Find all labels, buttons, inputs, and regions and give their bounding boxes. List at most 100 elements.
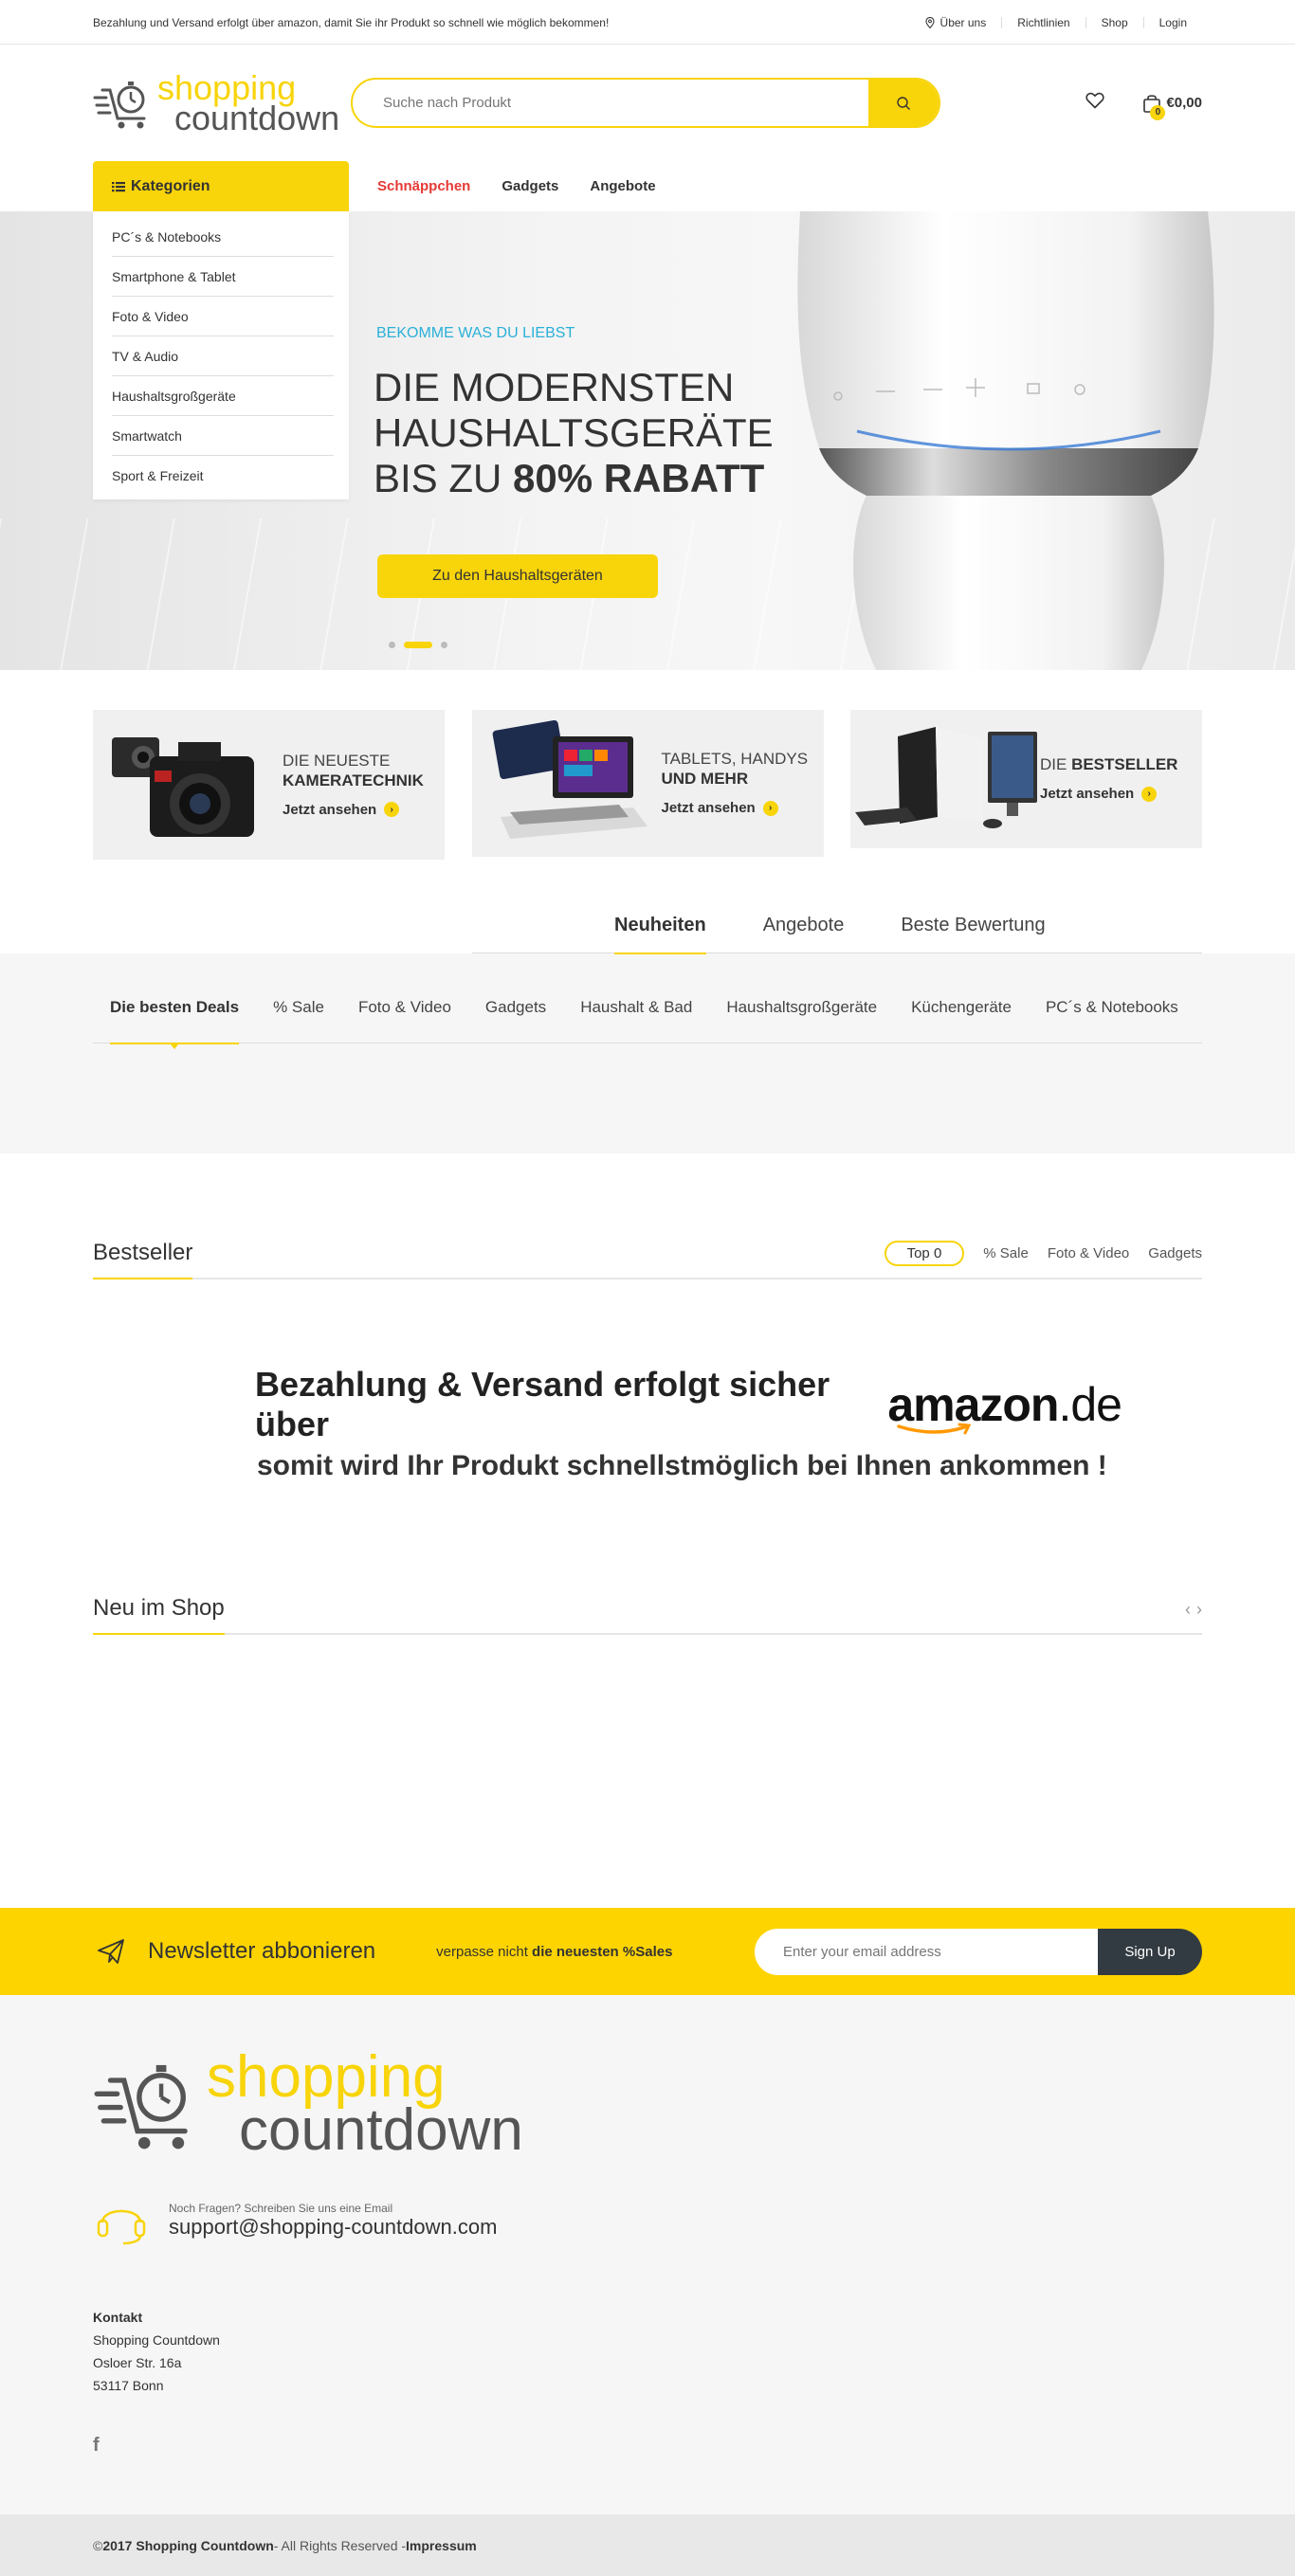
amazon-banner: Bezahlung & Versand erfolgt sicher über …: [173, 1365, 1122, 1481]
chevron-right-icon: ›: [1141, 786, 1158, 802]
desktop-pc-product-icon: [855, 727, 1037, 828]
cart-clock-logo-icon: [94, 2064, 188, 2150]
facebook-icon[interactable]: f: [93, 2435, 100, 2457]
deal-tab-sale[interactable]: % Sale: [273, 997, 324, 1043]
chevron-left-icon[interactable]: ‹: [1185, 1600, 1191, 1620]
kontakt-line-city: 53117 Bonn: [93, 2378, 164, 2393]
deal-tab-beste-deals[interactable]: Die besten Deals: [110, 997, 240, 1049]
promo-bestseller-line2: BESTSELLER: [1071, 755, 1178, 773]
link-ueber-uns[interactable]: Über uns: [910, 15, 1002, 29]
bestseller-tab-gadgets[interactable]: Gadgets: [1148, 1245, 1202, 1261]
kontakt-line-street: Osloer Str. 16a: [93, 2355, 182, 2370]
promo-bestseller-line1: DIE: [1040, 755, 1072, 773]
slider-dot-1[interactable]: [389, 642, 395, 648]
top-links: Über uns Richtlinien Shop Login: [910, 15, 1202, 29]
slider-dot-3[interactable]: [441, 642, 447, 648]
product-tabs: Neuheiten Angebote Beste Bewertung: [0, 911, 1295, 954]
footer-logo[interactable]: shopping countdown: [93, 2048, 1202, 2160]
menu-gadgets[interactable]: Gadgets: [502, 178, 558, 194]
amazon-logo: amazon.de: [887, 1378, 1122, 1435]
shipping-notice: Bezahlung und Versand erfolgt über amazo…: [93, 15, 610, 29]
bestseller-tab-top[interactable]: Top 0: [884, 1241, 965, 1266]
categories-toggle[interactable]: Kategorien: [93, 161, 349, 211]
menu-links: Schnäppchen Gadgets Angebote: [377, 161, 687, 211]
impressum-link[interactable]: Impressum: [406, 2538, 477, 2553]
camera-image: [93, 718, 283, 851]
category-item-haushalt[interactable]: Haushaltsgroßgeräte: [112, 376, 334, 416]
category-item-pcs[interactable]: PC´s & Notebooks: [112, 217, 334, 257]
menu-schnaeppchen[interactable]: Schnäppchen: [377, 178, 470, 194]
logo-text-countdown: countdown: [174, 98, 340, 137]
copyright-bar: © 2017 Shopping Countdown - All Rights R…: [0, 2514, 1295, 2576]
category-item-smartphone[interactable]: Smartphone & Tablet: [112, 257, 334, 297]
top-bar: Bezahlung und Versand erfolgt über amazo…: [0, 0, 1295, 45]
newsletter-form: Sign Up: [755, 1928, 1202, 1975]
main-nav: Kategorien Schnäppchen Gadgets Angebote: [0, 161, 1295, 211]
promo-tablets[interactable]: TABLETS, HANDYS UND MEHR Jetzt ansehen ›: [471, 710, 824, 857]
promo-boxes: DIE NEUESTE KAMERATECHNIK Jetzt ansehen ›…: [0, 710, 1295, 860]
promo-bestseller[interactable]: DIE BESTSELLER Jetzt ansehen ›: [850, 710, 1202, 848]
footer-email-link[interactable]: support@shopping-countdown.com: [169, 2215, 497, 2239]
copyright-middle: - All Rights Reserved -: [273, 2537, 407, 2553]
bestseller-tabs: Top 0 % Sale Foto & Video Gadgets: [866, 1241, 1202, 1278]
menu-angebote[interactable]: Angebote: [590, 178, 655, 194]
tab-neuheiten[interactable]: Neuheiten: [614, 911, 706, 954]
link-richtlinien[interactable]: Richtlinien: [1001, 16, 1085, 28]
hero-cta-button[interactable]: Zu den Haushaltsgeräten: [377, 554, 658, 598]
category-item-sport[interactable]: Sport & Freizeit: [112, 456, 334, 496]
link-shop[interactable]: Shop: [1085, 16, 1143, 28]
promo-camera-link[interactable]: Jetzt ansehen: [283, 800, 376, 820]
search-input[interactable]: [353, 80, 868, 126]
slider-dot-2[interactable]: [404, 642, 432, 648]
kontakt-title: Kontakt: [93, 2310, 143, 2325]
newsletter-email-input[interactable]: [755, 1928, 1098, 1975]
deal-tab-kuechengeraete[interactable]: Küchengeräte: [911, 997, 1012, 1043]
amazon-banner-line1: Bezahlung & Versand erfolgt sicher über: [255, 1365, 830, 1443]
promo-camera[interactable]: DIE NEUESTE KAMERATECHNIK Jetzt ansehen ›: [93, 710, 445, 860]
category-item-foto[interactable]: Foto & Video: [112, 297, 334, 336]
new-in-shop-section: Neu im Shop ‹ ›: [0, 1590, 1295, 1635]
appliance-product-image: [797, 211, 1214, 670]
wishlist-button[interactable]: [1085, 92, 1105, 114]
hero-title-discount: 80% RABATT: [513, 456, 765, 500]
tab-beste-bewertung[interactable]: Beste Bewertung: [901, 911, 1045, 953]
search-button[interactable]: [868, 80, 939, 126]
deal-tab-foto-video[interactable]: Foto & Video: [358, 997, 451, 1043]
deal-tab-haushalt-bad[interactable]: Haushalt & Bad: [580, 997, 692, 1043]
category-item-smartwatch[interactable]: Smartwatch: [112, 416, 334, 456]
camera-product-icon: [112, 737, 254, 837]
amazon-logo-suffix: .de: [1058, 1378, 1122, 1431]
bestseller-tab-foto[interactable]: Foto & Video: [1048, 1245, 1129, 1261]
chevron-right-icon: ›: [384, 802, 400, 817]
footer-logo-text-countdown: countdown: [239, 2097, 523, 2163]
promo-bestseller-link[interactable]: Jetzt ansehen: [1040, 784, 1134, 804]
copyright-brand: 2017 Shopping Countdown: [102, 2537, 274, 2553]
promo-tablets-line2: UND MEHR: [661, 770, 749, 788]
deal-tab-haushaltsgrossgeraete[interactable]: Haushaltsgroßgeräte: [726, 997, 877, 1043]
promo-tablets-link[interactable]: Jetzt ansehen: [662, 798, 756, 818]
deals-section: Die besten Deals % Sale Foto & Video Gad…: [0, 953, 1295, 1153]
link-ueber-uns-label: Über uns: [939, 15, 987, 29]
categories-label: Kategorien: [131, 177, 210, 194]
impressum-label: Impressum: [406, 2537, 477, 2553]
tab-angebote[interactable]: Angebote: [763, 911, 845, 953]
newsletter-signup-button[interactable]: Sign Up: [1098, 1928, 1202, 1975]
deal-tab-pcs-notebooks[interactable]: PC´s & Notebooks: [1046, 997, 1178, 1043]
newsletter-subtitle: verpasse nicht: [436, 1943, 533, 1960]
heart-icon: [1085, 92, 1105, 109]
copyright-prefix: ©: [93, 2537, 103, 2553]
cart-count-badge: 0: [1150, 104, 1166, 120]
bestseller-tab-sale[interactable]: % Sale: [983, 1245, 1029, 1261]
chevron-right-icon[interactable]: ›: [1196, 1600, 1202, 1620]
link-login[interactable]: Login: [1142, 16, 1202, 28]
amazon-banner-line2: somit wird Ihr Produkt schnellstmöglich …: [257, 1450, 1107, 1481]
deal-tab-gadgets[interactable]: Gadgets: [485, 997, 546, 1043]
slider-dots: [389, 642, 456, 648]
hero-title-line3: BIS ZU: [374, 456, 514, 500]
pc-image: [850, 717, 1040, 841]
new-in-shop-title: Neu im Shop: [93, 1595, 225, 1635]
cart-button[interactable]: 0 €0,00: [1142, 93, 1202, 120]
category-item-tv[interactable]: TV & Audio: [112, 336, 334, 376]
promo-tablets-line1: TABLETS, HANDYS: [661, 750, 809, 768]
site-logo[interactable]: shopping countdown: [93, 70, 363, 137]
